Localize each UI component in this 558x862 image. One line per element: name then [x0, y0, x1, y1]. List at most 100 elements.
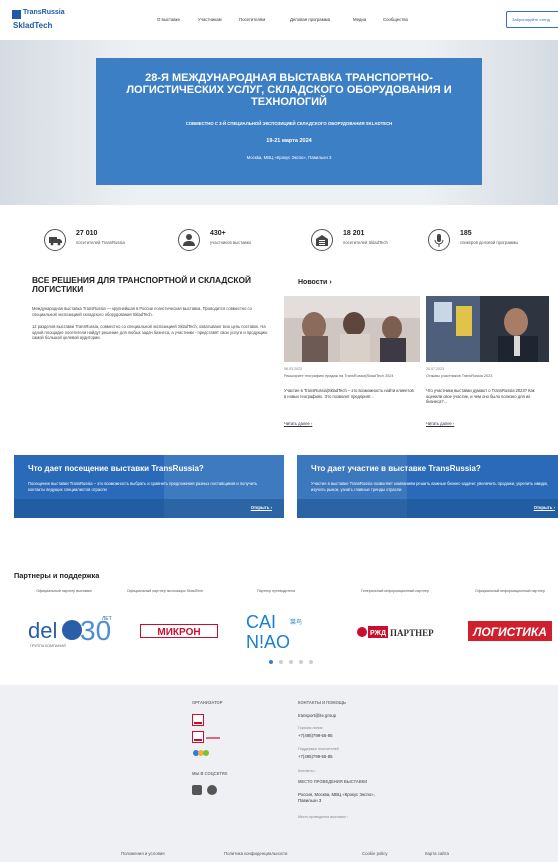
stat-label: участников выставки: [210, 240, 251, 245]
hero-subtitle: СОВМЕСТНО С 3-Й СПЕЦИАЛЬНОЙ ЭКСПОЗИЦИЕЙ …: [185, 121, 393, 126]
mikron-logo-text: МИКРОН: [157, 627, 200, 638]
logistika-logo[interactable]: ЛОГИСТИКА: [468, 621, 552, 641]
footer-link-sitemap[interactable]: Карта сайта: [425, 851, 449, 856]
contacts-link[interactable]: Контакты ›: [298, 769, 316, 773]
hotline-phone[interactable]: +7(495)799-55-85: [298, 733, 333, 738]
banner-title: Что дает посещение выставки TransRussia?: [28, 464, 204, 473]
news-read-more-label: Читать далее: [284, 421, 310, 426]
venue-address: Россия, Москва, МВЦ «Крокус Экспо», Пави…: [298, 792, 375, 803]
banner-open-label: Открыть: [533, 505, 553, 510]
solutions-title: Все решения для транспортной и складской…: [32, 275, 252, 294]
news-date: 06.03.2023: [284, 367, 302, 371]
logo-transrussia[interactable]: TransRussia: [23, 9, 65, 16]
partner-label: Официальный партнер экспозиции SkladTech: [126, 589, 204, 593]
nav-item-media[interactable]: Медиа: [353, 17, 366, 22]
stat-label: посетителей SkladTech: [343, 240, 388, 245]
site-header: TransRussia SkladTech О выставке Участни…: [0, 0, 558, 40]
logo-icon[interactable]: [12, 10, 21, 19]
partners-title: Партнеры и поддержка: [14, 571, 100, 580]
news-image[interactable]: [284, 296, 420, 362]
footer-link-cookie[interactable]: Cookie policy: [362, 851, 388, 856]
truck-icon: [44, 229, 66, 251]
carousel-dot[interactable]: [309, 660, 313, 664]
hero-section: 28-я Международная выставка транспортно-…: [0, 40, 558, 205]
stat-number: 430+: [210, 230, 226, 237]
svg-text:del: del: [28, 618, 57, 643]
chevron-right-icon: ›: [553, 505, 555, 510]
organizer-heading: Организатор: [192, 700, 223, 705]
carousel-dot[interactable]: [289, 660, 293, 664]
delo-logo-badge: ЛЕТ: [102, 616, 112, 622]
telegram-icon[interactable]: [207, 785, 217, 795]
banner-open-link[interactable]: Открыть ›: [251, 505, 272, 510]
contacts-link-label: Контакты: [298, 769, 314, 773]
nav-item-exhibitors[interactable]: Участникам: [198, 17, 222, 22]
chevron-right-icon: ›: [314, 769, 316, 773]
news-read-more-label: Читать далее: [426, 421, 452, 426]
carousel-dot[interactable]: [299, 660, 303, 664]
hero-dates: 19-21 марта 2024: [266, 138, 312, 144]
partner-label: Генеральный информационный партнер: [361, 589, 429, 593]
footer-link-terms[interactable]: Положения и условия: [121, 851, 165, 856]
news-image[interactable]: [426, 296, 549, 362]
banner-text: Посещение выставки TransRussia – это воз…: [28, 481, 258, 492]
footer-link-privacy[interactable]: Политика конфиденциальности: [224, 851, 287, 856]
logistika-logo-text: ЛОГИСТИКА: [472, 625, 547, 639]
visit-benefits-banner[interactable]: Что дает посещение выставки TransRussia?…: [14, 455, 284, 518]
delo-logo[interactable]: del 30 ЛЕТ ГРУППА КОМПАНИЙ: [28, 610, 114, 650]
news-read-more-link[interactable]: Читать далее ›: [284, 421, 312, 426]
solutions-paragraph: 12 разделов выставки TransRussia, совмес…: [32, 324, 268, 340]
logo-skladtech[interactable]: SkladTech: [13, 21, 52, 30]
support-label: Поддержка посетителей: [298, 747, 339, 751]
carousel-dot-active[interactable]: [269, 660, 273, 664]
news-title-label: Новости: [298, 279, 328, 286]
wtg-logo[interactable]: [192, 746, 210, 758]
news-title[interactable]: Новости ›: [298, 279, 332, 286]
hotline-label: Горячая линия: [298, 726, 323, 730]
hero-title: 28-я Международная выставка транспортно-…: [126, 72, 452, 108]
venue-link-label: Место проведения выставки: [298, 815, 346, 819]
support-phone[interactable]: +7(495)799-55-85: [298, 754, 333, 759]
chevron-right-icon: ›: [310, 421, 313, 426]
news-text[interactable]: Что участники выставки думают о TransRus…: [426, 388, 549, 405]
contacts-heading: Контакты и помощь: [298, 700, 346, 705]
stat-number: 18 201: [343, 230, 365, 237]
ite-logo[interactable]: [192, 713, 204, 726]
solutions-paragraph: Международная выставка TransRussia — кру…: [32, 306, 252, 317]
mikron-logo[interactable]: МИКРОН: [140, 624, 218, 638]
nav-item-community[interactable]: Сообщество: [383, 17, 408, 22]
contact-email[interactable]: transport@ite.group: [298, 713, 336, 718]
ite-moscow-logo[interactable]: [192, 730, 222, 743]
svg-text:CAI: CAI: [246, 612, 276, 632]
hero-venue: Москва, МВЦ «Крокус Экспо», Павильон 3: [246, 155, 332, 160]
rzd-logo-text: ПАРТНЕР: [390, 628, 434, 638]
stat-number: 185: [460, 230, 472, 237]
venue-heading: Место проведения выставки: [298, 779, 368, 784]
partner-label: Официальный партнер выставки: [36, 589, 92, 593]
nav-item-business-program[interactable]: Деловая программа: [290, 17, 330, 22]
person-icon: [178, 229, 200, 251]
cainiao-logo[interactable]: CAI N!AO 菜鸟: [244, 610, 310, 652]
svg-text:N!AO: N!AO: [246, 632, 290, 650]
partner-label: Партнер путеводителя: [257, 589, 295, 593]
venue-link[interactable]: Место проведения выставки ›: [298, 815, 348, 819]
site-footer: [0, 685, 558, 862]
microphone-icon: [428, 229, 450, 251]
news-read-more-link[interactable]: Читать далее ›: [426, 421, 454, 426]
chevron-right-icon: ›: [270, 505, 272, 510]
participation-benefits-banner[interactable]: Что дает участие в выставке TransRussia?…: [297, 455, 558, 518]
banner-open-link[interactable]: Открыть ›: [534, 505, 555, 510]
news-text[interactable]: Участие в TransRussia|SkladTech – это во…: [284, 388, 414, 399]
banner-text: Участие в выставке TransRussia позволяет…: [311, 481, 548, 492]
banner-open-label: Открыть: [250, 505, 270, 510]
delo-logo-subtitle: ГРУППА КОМПАНИЙ: [30, 644, 66, 648]
vk-icon[interactable]: [192, 785, 202, 795]
rzd-partner-logo[interactable]: РЖД ПАРТНЕР: [356, 624, 436, 640]
news-caption: Расширите географию продаж на TransRussi…: [284, 374, 394, 378]
carousel-dot[interactable]: [279, 660, 283, 664]
social-heading: Мы в соцсетях: [192, 771, 228, 776]
nav-item-about[interactable]: О выставке: [157, 17, 180, 22]
book-stand-button[interactable]: Забронируйте стенд: [506, 11, 558, 28]
nav-item-visitors[interactable]: Посетителям: [239, 17, 265, 22]
cainiao-logo-cjk: 菜鸟: [290, 618, 302, 626]
